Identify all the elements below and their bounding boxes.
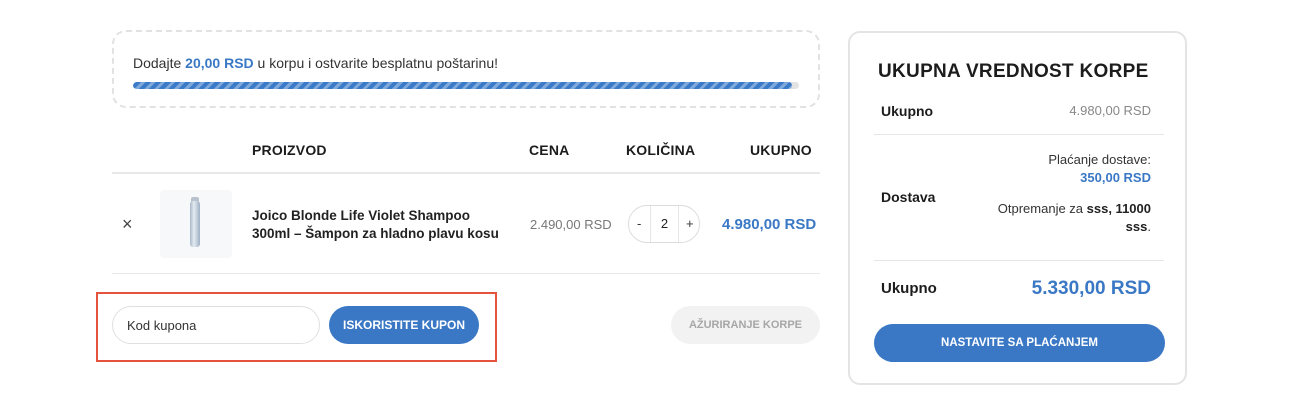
shipping-destination-country: sss: [1125, 219, 1148, 234]
proceed-to-checkout-button[interactable]: NASTAVITE SA PLAĆANJEM: [874, 324, 1165, 362]
free-shipping-progress-bar: [133, 82, 799, 89]
shipping-destination-prefix: Otpremanje za: [997, 201, 1087, 216]
coupon-code-input[interactable]: [112, 306, 320, 344]
cart-totals-panel: UKUPNA VREDNOST KORPE Ukupno 4.980,00 RS…: [848, 31, 1187, 385]
shipping-destination-suffix: .: [1147, 219, 1151, 234]
notice-amount: 20,00 RSD: [185, 55, 254, 71]
remove-item-button[interactable]: ×: [122, 214, 133, 235]
quantity-stepper: - 2 +: [628, 205, 700, 243]
product-price: 2.490,00 RSD: [530, 217, 612, 232]
divider: [874, 134, 1164, 135]
apply-coupon-button[interactable]: ISKORISTITE KUPON: [329, 306, 479, 344]
free-shipping-notice: Dodajte 20,00 RSD u korpu i ostvarite be…: [112, 30, 820, 108]
shampoo-bottle-image: [190, 201, 200, 247]
quantity-decrease-button[interactable]: -: [637, 216, 641, 231]
column-header-quantity: KOLIČINA: [626, 142, 696, 158]
shipping-destination-city: sss, 11000: [1086, 201, 1151, 216]
free-shipping-message: Dodajte 20,00 RSD u korpu i ostvarite be…: [133, 55, 498, 71]
order-total-value: 5.330,00 RSD: [1031, 278, 1151, 299]
shipping-cost: 350,00 RSD: [1080, 170, 1151, 185]
order-total-label: Ukupno: [881, 280, 937, 297]
column-header-price: CENA: [529, 142, 570, 158]
shipping-label: Dostava: [881, 189, 936, 205]
shipping-destination: Otpremanje za sss, 11000 sss.: [998, 200, 1151, 236]
column-header-total: UKUPNO: [750, 142, 812, 158]
quantity-input[interactable]: 2: [651, 216, 678, 231]
subtotal-value: 4.980,00 RSD: [1069, 103, 1151, 118]
divider: [874, 260, 1164, 261]
notice-suffix: u korpu i ostvarite besplatnu poštarinu!: [253, 55, 499, 71]
shipping-method-text: Plaćanje dostave:: [1048, 152, 1151, 167]
product-name-link[interactable]: Joico Blonde Life Violet Shampoo 300ml –…: [252, 207, 512, 243]
update-cart-button[interactable]: AŽURIRANJE KORPE: [671, 306, 820, 344]
column-header-product: PROIZVOD: [252, 142, 327, 158]
subtotal-label: Ukupno: [881, 103, 934, 119]
quantity-increase-button[interactable]: +: [686, 216, 694, 231]
shipping-info: Plaćanje dostave: 350,00 RSD: [1048, 151, 1151, 187]
header-divider: [112, 172, 820, 174]
product-thumbnail[interactable]: [160, 190, 232, 258]
row-divider: [112, 273, 820, 274]
progress-fill: [133, 82, 793, 89]
cart-totals-title: UKUPNA VREDNOST KORPE: [878, 61, 1149, 82]
notice-prefix: Dodajte: [133, 55, 186, 71]
line-total: 4.980,00 RSD: [722, 216, 817, 233]
divider: [678, 206, 679, 242]
